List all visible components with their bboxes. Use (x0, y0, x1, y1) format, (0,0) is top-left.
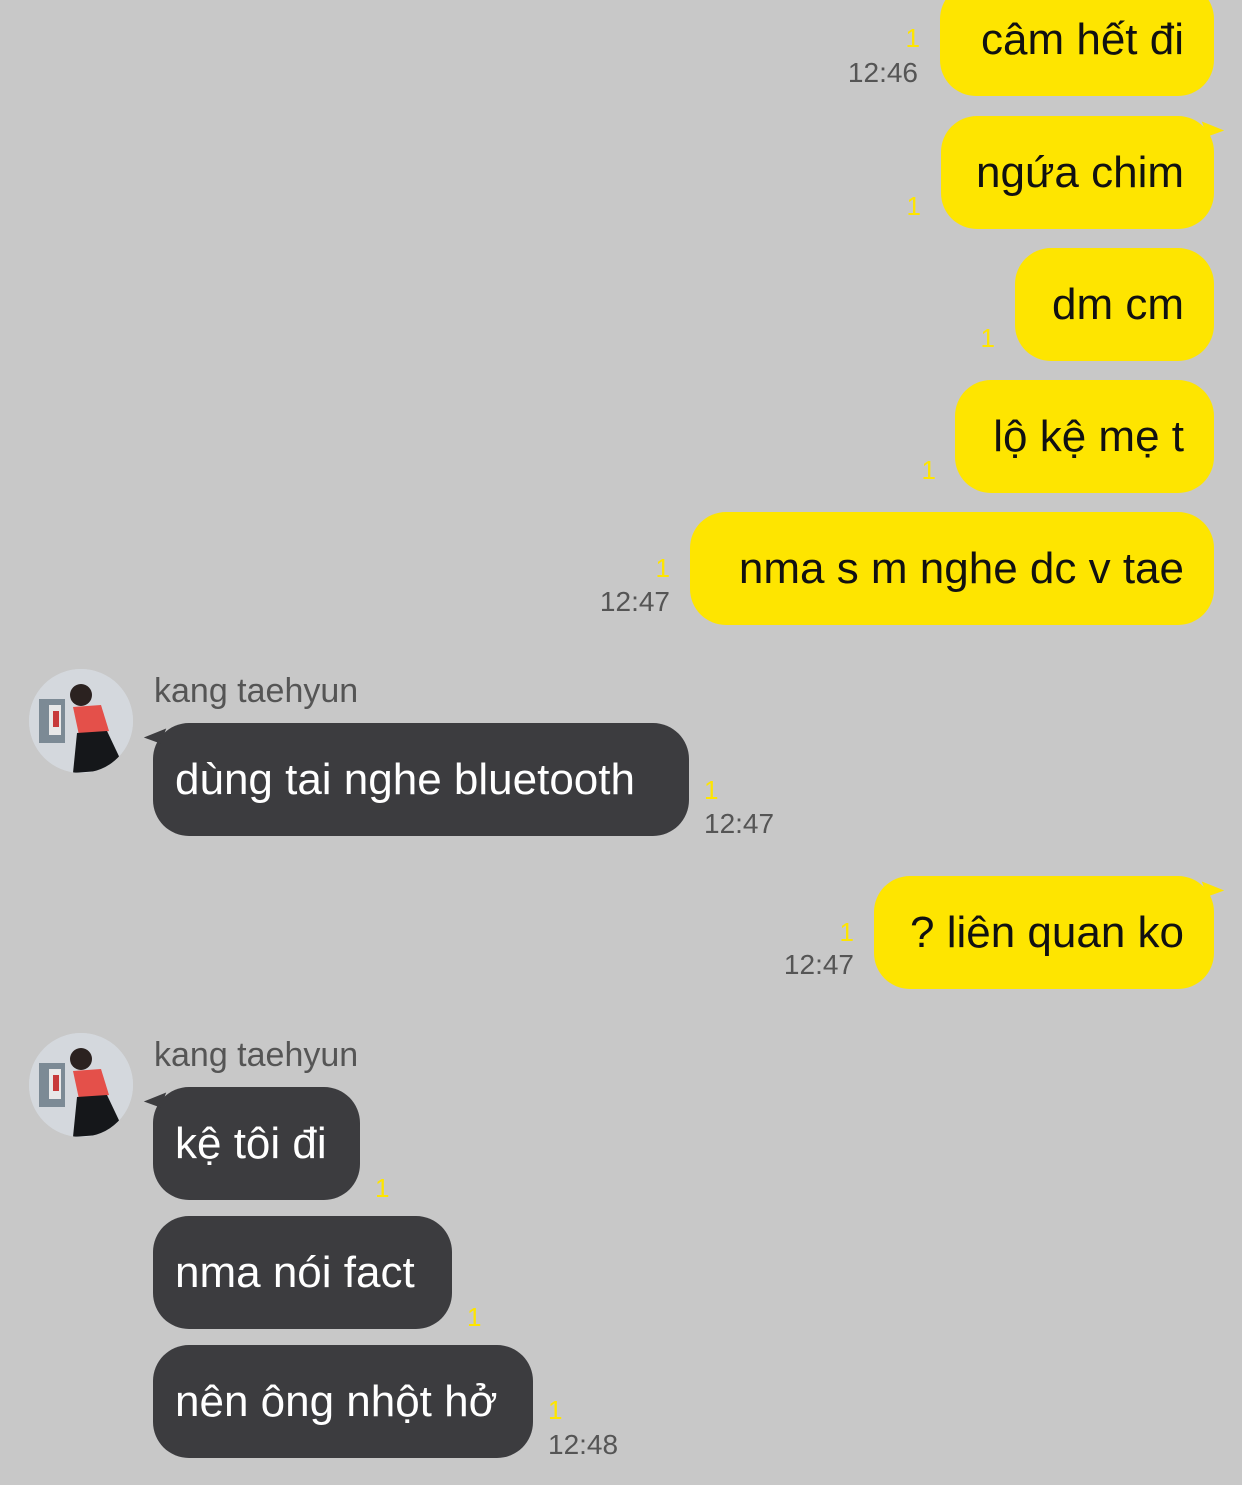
incoming-message-bubble[interactable]: dùng tai nghe bluetooth (153, 723, 689, 836)
incoming-message-bubble[interactable]: nên ông nhột hở (153, 1345, 533, 1458)
outgoing-message-bubble[interactable]: nma s m nghe dc v tae (690, 512, 1214, 625)
unread-count: 1 (906, 191, 921, 221)
message-timestamp: 12:46 (847, 57, 918, 88)
outgoing-message-bubble[interactable]: ngứa chim (941, 116, 1214, 229)
contact-avatar[interactable] (29, 669, 133, 773)
unread-count: 1 (905, 23, 920, 53)
outgoing-message-bubble[interactable]: câm hết đi (940, 0, 1214, 96)
chat-message-list[interactable]: câm hết đi 1 12:46 ngứa chim 1 dm cm 1 l… (0, 0, 1242, 1485)
incoming-message-bubble[interactable]: kệ tôi đi (153, 1087, 360, 1200)
unread-count: 1 (467, 1302, 482, 1332)
sender-name: kang taehyun (154, 1036, 359, 1074)
unread-count: 1 (980, 323, 995, 353)
bubble-tail (1201, 115, 1225, 137)
unread-count: 1 (375, 1173, 390, 1203)
unread-count: 1 (839, 917, 854, 947)
contact-photo (29, 669, 133, 773)
outgoing-message-bubble[interactable]: dm cm (1015, 248, 1214, 361)
incoming-message-bubble[interactable]: nma nói fact (153, 1216, 452, 1329)
sender-name: kang taehyun (154, 672, 359, 710)
contact-photo (29, 1033, 133, 1137)
bubble-tail (1201, 875, 1225, 897)
outgoing-message-bubble[interactable]: ? liên quan ko (874, 876, 1214, 989)
unread-count: 1 (548, 1395, 563, 1425)
message-timestamp: 12:48 (548, 1429, 619, 1460)
outgoing-message-bubble[interactable]: lộ kệ mẹ t (955, 380, 1214, 493)
message-timestamp: 12:47 (599, 586, 670, 617)
unread-count: 1 (921, 455, 936, 485)
contact-avatar[interactable] (29, 1033, 133, 1137)
message-timestamp: 12:47 (783, 949, 854, 980)
unread-count: 1 (655, 553, 670, 583)
unread-count: 1 (704, 775, 719, 805)
message-timestamp: 12:47 (704, 808, 775, 839)
